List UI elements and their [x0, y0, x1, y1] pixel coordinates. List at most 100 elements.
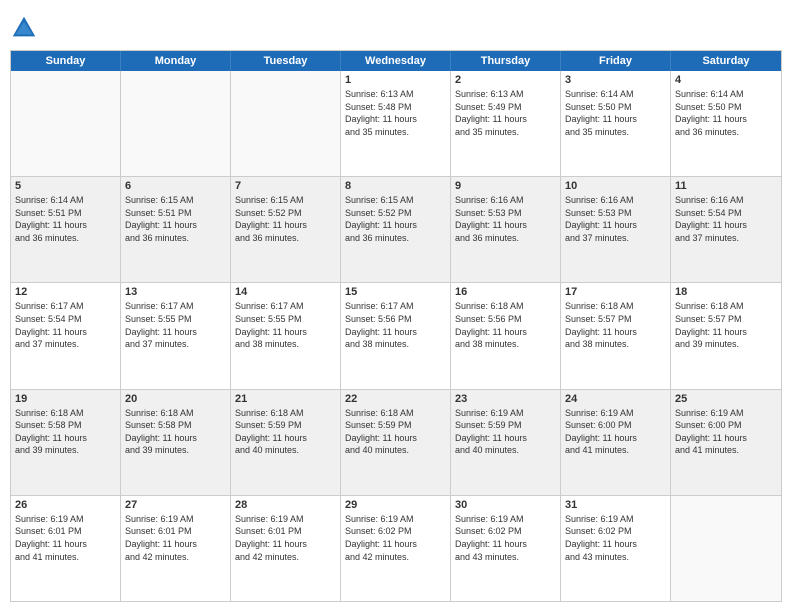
day-number: 15 — [345, 286, 446, 298]
day-info: Sunrise: 6:19 AM Sunset: 6:01 PM Dayligh… — [15, 513, 116, 563]
day-info: Sunrise: 6:18 AM Sunset: 5:57 PM Dayligh… — [565, 300, 666, 350]
page: SundayMondayTuesdayWednesdayThursdayFrid… — [0, 0, 792, 612]
day-info: Sunrise: 6:14 AM Sunset: 5:51 PM Dayligh… — [15, 194, 116, 244]
day-number: 3 — [565, 74, 666, 86]
day-info: Sunrise: 6:18 AM Sunset: 5:56 PM Dayligh… — [455, 300, 556, 350]
day-info: Sunrise: 6:13 AM Sunset: 5:49 PM Dayligh… — [455, 88, 556, 138]
day-number: 9 — [455, 180, 556, 192]
day-info: Sunrise: 6:18 AM Sunset: 5:59 PM Dayligh… — [235, 407, 336, 457]
logo — [10, 14, 42, 42]
calendar-cell: 4 Sunrise: 6:14 AM Sunset: 5:50 PM Daylig… — [671, 71, 781, 176]
day-info: Sunrise: 6:19 AM Sunset: 6:01 PM Dayligh… — [125, 513, 226, 563]
day-info: Sunrise: 6:16 AM Sunset: 5:53 PM Dayligh… — [455, 194, 556, 244]
day-number: 22 — [345, 393, 446, 405]
weekday-header-wednesday: Wednesday — [341, 51, 451, 71]
calendar-row-2: 5 Sunrise: 6:14 AM Sunset: 5:51 PM Daylig… — [11, 176, 781, 282]
day-number: 21 — [235, 393, 336, 405]
calendar-header: SundayMondayTuesdayWednesdayThursdayFrid… — [11, 51, 781, 71]
weekday-header-tuesday: Tuesday — [231, 51, 341, 71]
logo-icon — [10, 14, 38, 42]
calendar-cell: 3 Sunrise: 6:14 AM Sunset: 5:50 PM Daylig… — [561, 71, 671, 176]
day-info: Sunrise: 6:19 AM Sunset: 6:02 PM Dayligh… — [565, 513, 666, 563]
calendar-cell: 21 Sunrise: 6:18 AM Sunset: 5:59 PM Dayli… — [231, 390, 341, 495]
day-number: 27 — [125, 499, 226, 511]
day-number: 17 — [565, 286, 666, 298]
day-number: 25 — [675, 393, 777, 405]
day-info: Sunrise: 6:16 AM Sunset: 5:54 PM Dayligh… — [675, 194, 777, 244]
calendar-cell: 6 Sunrise: 6:15 AM Sunset: 5:51 PM Daylig… — [121, 177, 231, 282]
day-info: Sunrise: 6:18 AM Sunset: 5:58 PM Dayligh… — [15, 407, 116, 457]
calendar-cell: 28Sunrise: 6:19 AM Sunset: 6:01 PM Dayli… — [231, 496, 341, 601]
calendar-cell: 20 Sunrise: 6:18 AM Sunset: 5:58 PM Dayli… — [121, 390, 231, 495]
calendar-cell: 27 Sunrise: 6:19 AM Sunset: 6:01 PM Dayli… — [121, 496, 231, 601]
day-number: 18 — [675, 286, 777, 298]
day-info: Sunrise: 6:19 AM Sunset: 6:00 PM Dayligh… — [675, 407, 777, 457]
calendar-cell: 9 Sunrise: 6:16 AM Sunset: 5:53 PM Daylig… — [451, 177, 561, 282]
calendar-cell — [671, 496, 781, 601]
calendar-cell: 7Sunrise: 6:15 AM Sunset: 5:52 PM Daylig… — [231, 177, 341, 282]
calendar-cell — [231, 71, 341, 176]
day-info: Sunrise: 6:15 AM Sunset: 5:51 PM Dayligh… — [125, 194, 226, 244]
calendar-cell: 29Sunrise: 6:19 AM Sunset: 6:02 PM Dayli… — [341, 496, 451, 601]
day-info: Sunrise: 6:18 AM Sunset: 5:57 PM Dayligh… — [675, 300, 777, 350]
day-info: Sunrise: 6:17 AM Sunset: 5:55 PM Dayligh… — [235, 300, 336, 350]
weekday-header-friday: Friday — [561, 51, 671, 71]
calendar-cell: 8Sunrise: 6:15 AM Sunset: 5:52 PM Daylig… — [341, 177, 451, 282]
calendar-cell: 16 Sunrise: 6:18 AM Sunset: 5:56 PM Dayli… — [451, 283, 561, 388]
calendar-cell: 13 Sunrise: 6:17 AM Sunset: 5:55 PM Dayli… — [121, 283, 231, 388]
calendar-cell: 2Sunrise: 6:13 AM Sunset: 5:49 PM Daylig… — [451, 71, 561, 176]
calendar-row-3: 12 Sunrise: 6:17 AM Sunset: 5:54 PM Dayli… — [11, 282, 781, 388]
day-info: Sunrise: 6:17 AM Sunset: 5:56 PM Dayligh… — [345, 300, 446, 350]
calendar-row-4: 19 Sunrise: 6:18 AM Sunset: 5:58 PM Dayli… — [11, 389, 781, 495]
calendar-cell — [11, 71, 121, 176]
day-number: 10 — [565, 180, 666, 192]
calendar-cell: 17 Sunrise: 6:18 AM Sunset: 5:57 PM Dayli… — [561, 283, 671, 388]
day-number: 29 — [345, 499, 446, 511]
day-number: 28 — [235, 499, 336, 511]
weekday-header-thursday: Thursday — [451, 51, 561, 71]
weekday-header-sunday: Sunday — [11, 51, 121, 71]
calendar-cell: 24Sunrise: 6:19 AM Sunset: 6:00 PM Dayli… — [561, 390, 671, 495]
day-number: 16 — [455, 286, 556, 298]
day-number: 4 — [675, 74, 777, 86]
day-number: 13 — [125, 286, 226, 298]
day-info: Sunrise: 6:18 AM Sunset: 5:58 PM Dayligh… — [125, 407, 226, 457]
day-number: 12 — [15, 286, 116, 298]
calendar-row-1: 1Sunrise: 6:13 AM Sunset: 5:48 PM Daylig… — [11, 71, 781, 176]
calendar-cell: 22 Sunrise: 6:18 AM Sunset: 5:59 PM Dayli… — [341, 390, 451, 495]
weekday-header-saturday: Saturday — [671, 51, 781, 71]
day-number: 5 — [15, 180, 116, 192]
calendar-cell — [121, 71, 231, 176]
day-info: Sunrise: 6:15 AM Sunset: 5:52 PM Dayligh… — [345, 194, 446, 244]
calendar-cell: 15 Sunrise: 6:17 AM Sunset: 5:56 PM Dayli… — [341, 283, 451, 388]
day-number: 11 — [675, 180, 777, 192]
weekday-header-monday: Monday — [121, 51, 231, 71]
day-info: Sunrise: 6:19 AM Sunset: 5:59 PM Dayligh… — [455, 407, 556, 457]
day-number: 30 — [455, 499, 556, 511]
calendar-cell: 12 Sunrise: 6:17 AM Sunset: 5:54 PM Dayli… — [11, 283, 121, 388]
calendar-row-5: 26 Sunrise: 6:19 AM Sunset: 6:01 PM Dayli… — [11, 495, 781, 601]
day-number: 7 — [235, 180, 336, 192]
day-info: Sunrise: 6:17 AM Sunset: 5:55 PM Dayligh… — [125, 300, 226, 350]
day-info: Sunrise: 6:18 AM Sunset: 5:59 PM Dayligh… — [345, 407, 446, 457]
calendar-cell: 25 Sunrise: 6:19 AM Sunset: 6:00 PM Dayli… — [671, 390, 781, 495]
calendar-cell: 30 Sunrise: 6:19 AM Sunset: 6:02 PM Dayli… — [451, 496, 561, 601]
day-info: Sunrise: 6:17 AM Sunset: 5:54 PM Dayligh… — [15, 300, 116, 350]
day-number: 6 — [125, 180, 226, 192]
header — [10, 10, 782, 42]
calendar-cell: 14Sunrise: 6:17 AM Sunset: 5:55 PM Dayli… — [231, 283, 341, 388]
calendar-body: 1Sunrise: 6:13 AM Sunset: 5:48 PM Daylig… — [11, 71, 781, 601]
calendar-cell: 26 Sunrise: 6:19 AM Sunset: 6:01 PM Dayli… — [11, 496, 121, 601]
calendar-cell: 31Sunrise: 6:19 AM Sunset: 6:02 PM Dayli… — [561, 496, 671, 601]
day-info: Sunrise: 6:14 AM Sunset: 5:50 PM Dayligh… — [565, 88, 666, 138]
calendar-cell: 18 Sunrise: 6:18 AM Sunset: 5:57 PM Dayli… — [671, 283, 781, 388]
day-info: Sunrise: 6:19 AM Sunset: 6:02 PM Dayligh… — [455, 513, 556, 563]
day-info: Sunrise: 6:13 AM Sunset: 5:48 PM Dayligh… — [345, 88, 446, 138]
calendar-cell: 19 Sunrise: 6:18 AM Sunset: 5:58 PM Dayli… — [11, 390, 121, 495]
day-info: Sunrise: 6:14 AM Sunset: 5:50 PM Dayligh… — [675, 88, 777, 138]
day-number: 26 — [15, 499, 116, 511]
calendar-cell: 5 Sunrise: 6:14 AM Sunset: 5:51 PM Daylig… — [11, 177, 121, 282]
day-number: 19 — [15, 393, 116, 405]
day-number: 20 — [125, 393, 226, 405]
calendar-cell: 11 Sunrise: 6:16 AM Sunset: 5:54 PM Dayli… — [671, 177, 781, 282]
